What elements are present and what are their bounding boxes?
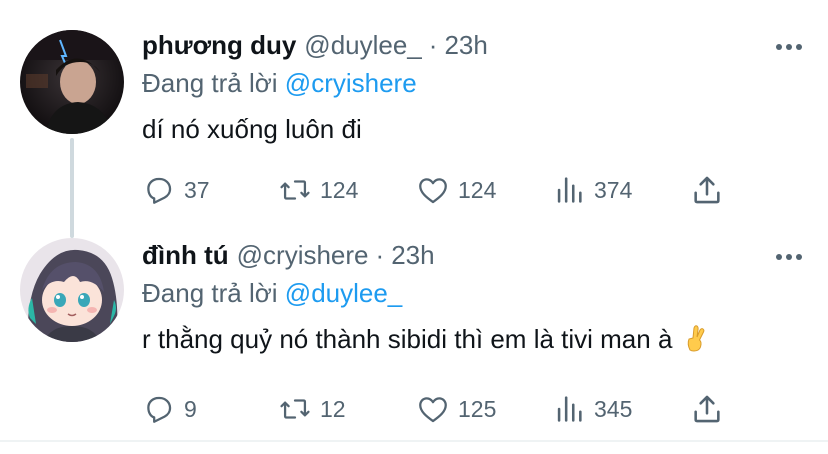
tweet-header: đình tú @cryishere · 23h (142, 240, 804, 276)
views-icon (557, 177, 582, 203)
tweet-content: phương duy @duylee_ · 23h Đang trả lời @… (142, 30, 804, 150)
like-count: 125 (458, 395, 497, 422)
reply-icon (147, 396, 172, 423)
tweet-actions: 9 12 125 345 (142, 391, 742, 427)
view-count: 374 (594, 176, 633, 203)
view-count: 345 (594, 395, 633, 422)
like-button[interactable]: 124 (416, 172, 496, 208)
like-button[interactable]: 125 (416, 391, 496, 427)
retweet-icon (280, 180, 310, 200)
share-button[interactable] (690, 391, 724, 427)
tweet-text-content: r thằng quỷ nó thành sibidi thì em là ti… (142, 324, 673, 354)
tweet-header: phương duy @duylee_ · 23h (142, 30, 804, 66)
more-icon[interactable] (776, 44, 802, 52)
reply-button[interactable]: 9 (142, 391, 197, 427)
replying-to: Đang trả lời @cryishere (142, 68, 804, 102)
separator-dot: · (375, 240, 385, 270)
like-icon (419, 178, 447, 204)
replying-prefix: Đang trả lời (142, 278, 278, 308)
retweet-icon (280, 399, 310, 419)
tweet[interactable]: phương duy @duylee_ · 23h Đang trả lời @… (0, 0, 828, 222)
tweet-content: đình tú @cryishere · 23h Đang trả lời @d… (142, 240, 804, 360)
mention-link[interactable]: @cryishere (285, 68, 417, 98)
views-icon (557, 396, 582, 422)
retweet-count: 124 (320, 176, 359, 203)
share-icon (694, 176, 720, 204)
tweet-text: dí nó xuống luôn đi (142, 114, 362, 144)
replying-prefix: Đang trả lời (142, 68, 278, 98)
avatar[interactable] (20, 30, 124, 134)
separator-dot: · (428, 30, 438, 60)
tweet-actions: 37 124 124 374 (142, 172, 742, 208)
timestamp[interactable]: 23h (391, 240, 434, 271)
views-button[interactable]: 374 (552, 172, 632, 208)
share-button[interactable] (690, 172, 724, 208)
like-count: 124 (458, 176, 497, 203)
display-name[interactable]: đình tú (142, 240, 229, 271)
mention-link[interactable]: @duylee_ (285, 278, 402, 308)
user-handle[interactable]: @cryishere (237, 240, 369, 271)
retweet-count: 12 (320, 395, 346, 422)
replying-to: Đang trả lời @duylee_ (142, 278, 804, 312)
avatar[interactable] (20, 238, 124, 342)
retweet-button[interactable]: 12 (278, 391, 346, 427)
reply-count: 9 (184, 395, 197, 422)
more-icon[interactable] (776, 254, 802, 262)
retweet-button[interactable]: 124 (278, 172, 358, 208)
timestamp[interactable]: 23h (444, 30, 487, 61)
crossed-fingers-emoji (684, 324, 708, 359)
reply-button[interactable]: 37 (142, 172, 210, 208)
tweet[interactable]: đình tú @cryishere · 23h Đang trả lời @d… (0, 222, 828, 440)
reply-thread: phương duy @duylee_ · 23h Đang trả lời @… (0, 0, 828, 454)
views-button[interactable]: 345 (552, 391, 632, 427)
reply-icon (147, 177, 172, 204)
reply-count: 37 (184, 176, 210, 203)
like-icon (419, 397, 447, 423)
divider (0, 440, 828, 442)
user-handle[interactable]: @duylee_ (304, 30, 421, 61)
share-icon (694, 395, 720, 423)
tweet-text: r thằng quỷ nó thành sibidi thì em là ti… (142, 324, 804, 360)
display-name[interactable]: phương duy (142, 30, 296, 61)
